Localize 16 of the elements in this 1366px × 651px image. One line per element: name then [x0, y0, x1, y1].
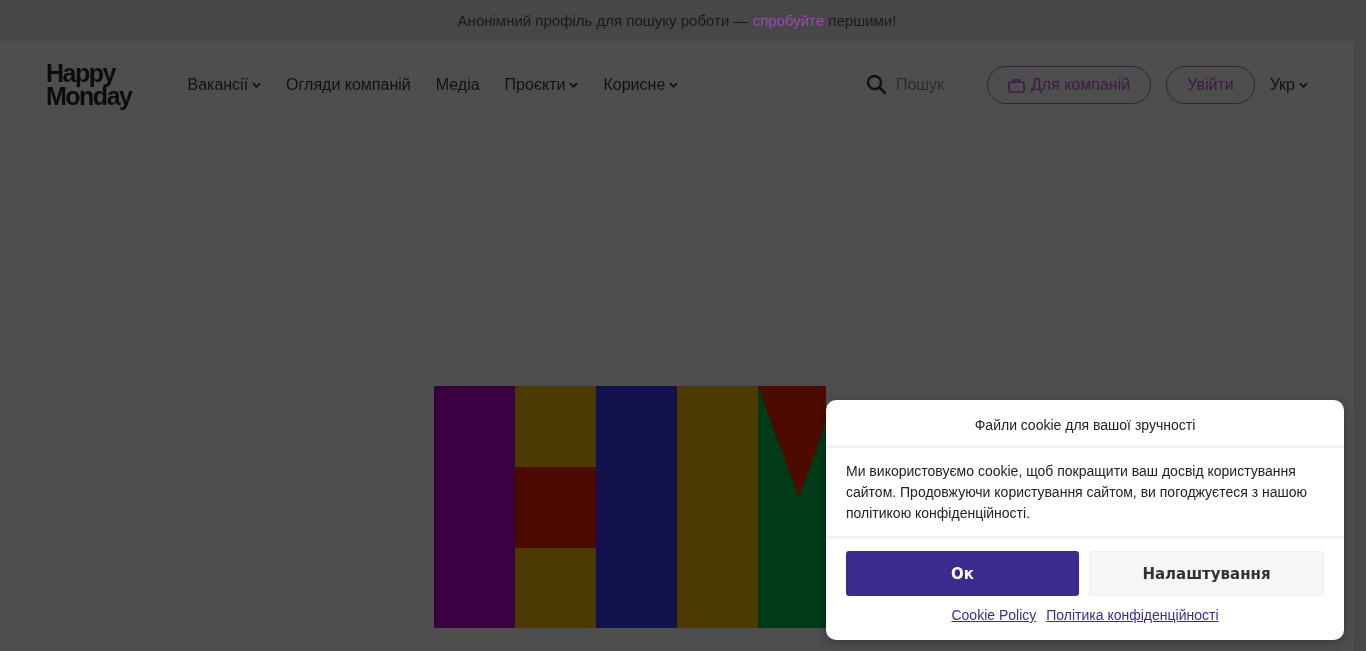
policy-link[interactable]: Політика конфіденційності — [1046, 607, 1219, 623]
search-icon — [865, 74, 888, 96]
policy-link[interactable]: Cookie Policy — [951, 607, 1037, 623]
dialog-title: Файли cookie для вашої зручності — [826, 400, 1344, 448]
settings-button[interactable]: Налаштування — [1089, 551, 1324, 596]
briefcase-icon — [1007, 77, 1025, 93]
try-link[interactable]: спробуйте — [752, 12, 825, 29]
language-selector[interactable]: Укр — [1269, 76, 1308, 94]
nav-link[interactable]: Корисне — [603, 76, 679, 94]
nav-link[interactable]: Медіа — [435, 76, 480, 94]
cookie-notice-text: Ми використовуємо cookie, щоб покращити ваш досвід користування сайтом. Продовжуючи користування сайтом, ви погоджуєтеся з нашою політикою конфіденційності. — [826, 448, 1344, 539]
nav-link[interactable]: Проєкти — [504, 76, 579, 94]
nav-link[interactable]: Огляди компаній — [286, 76, 411, 94]
ok-button[interactable]: Ок — [846, 551, 1079, 596]
nav-link[interactable]: Вакансії — [187, 76, 262, 94]
logo[interactable]: Happy Monday — [46, 62, 132, 108]
